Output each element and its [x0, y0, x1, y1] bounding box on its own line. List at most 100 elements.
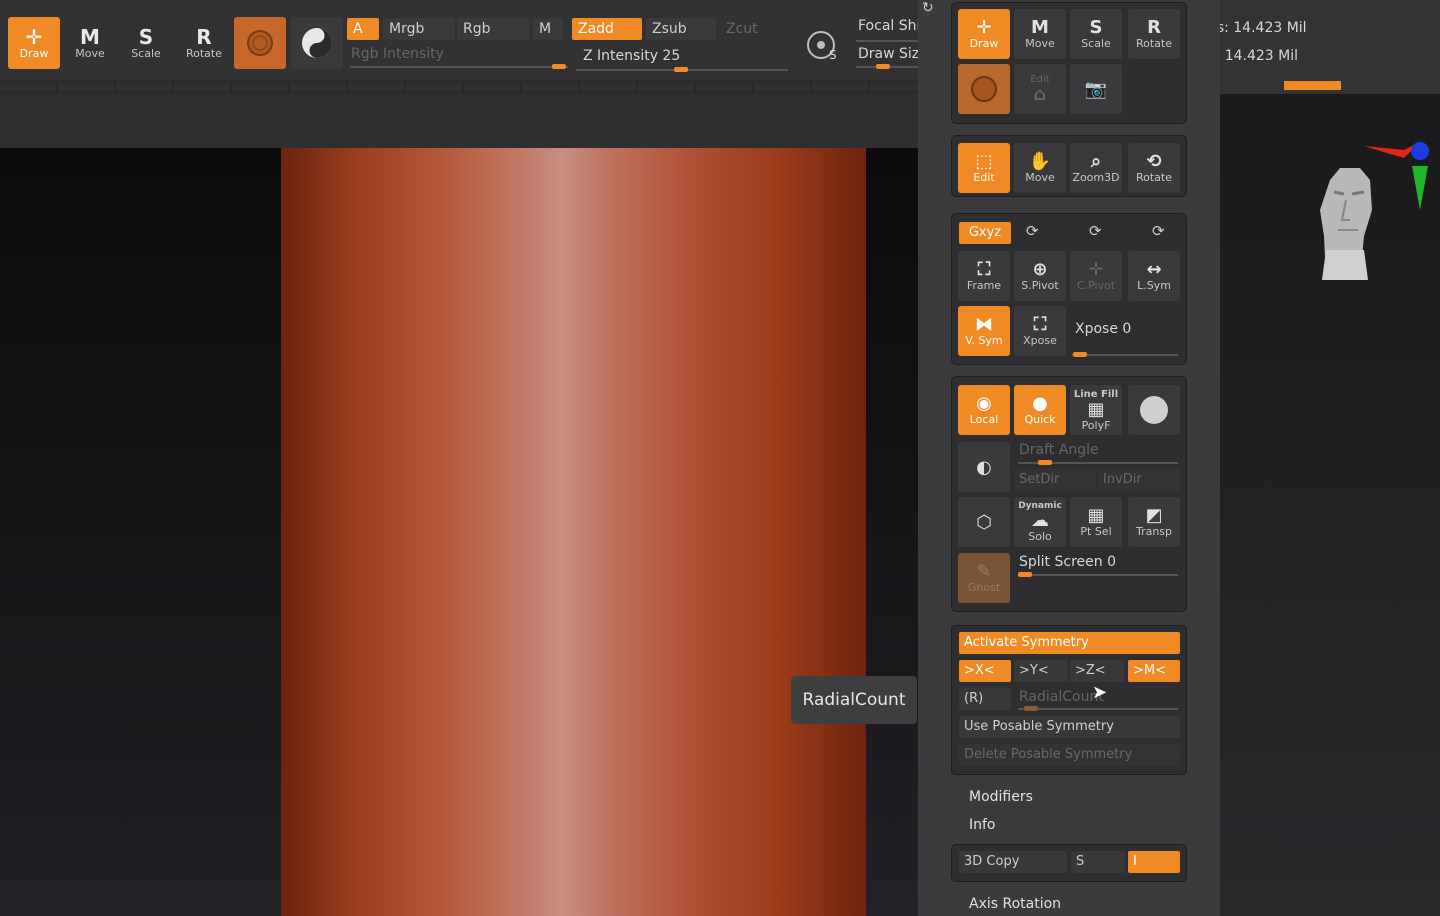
scale-button[interactable]: S Scale — [120, 17, 172, 69]
rotate-z-icon[interactable]: ⟳ — [1089, 222, 1102, 240]
zadd-toggle[interactable]: Zadd — [572, 18, 642, 40]
cube-icon: ⬡ — [976, 511, 992, 533]
solo-icon: ☁ — [1031, 510, 1049, 531]
progress-bar — [1284, 81, 1341, 90]
use-posable-symmetry-button[interactable]: Use Posable Symmetry — [959, 716, 1180, 738]
vsym-button[interactable]: ⧓ V. Sym — [958, 306, 1010, 356]
sym-y-button[interactable]: >Y< — [1014, 660, 1068, 682]
zsub-toggle[interactable]: Zsub — [646, 18, 716, 40]
bpr-button[interactable] — [1128, 385, 1180, 435]
tray-rotate-button[interactable]: R Rotate — [1128, 9, 1180, 59]
setdir-button[interactable]: SetDir — [1014, 469, 1096, 491]
local-symmetry-icon: ↔ — [1146, 259, 1162, 280]
material-sphere-icon — [247, 30, 273, 56]
pivot-icon: ⊕ — [1032, 259, 1048, 280]
rgb-intensity-label: Rgb Intensity — [351, 46, 444, 62]
spotlight-icon: S — [807, 31, 837, 62]
material-sphere-icon — [971, 76, 997, 102]
tray-scale-button[interactable]: S Scale — [1070, 9, 1122, 59]
draft-angle-knob[interactable] — [1038, 460, 1052, 465]
undo-icon[interactable]: ↻ — [922, 0, 940, 16]
polyf-button[interactable]: Line Fill ▦ PolyF — [1070, 385, 1122, 435]
view-move-button[interactable]: ✋ Move — [1014, 143, 1066, 193]
split-screen-knob[interactable] — [1018, 572, 1032, 577]
draw-icon: ✛ — [976, 17, 992, 38]
lightbox-button[interactable]: S — [803, 24, 843, 64]
z-intensity-knob[interactable] — [674, 67, 688, 72]
tray-move-button[interactable]: M Move — [1014, 9, 1066, 59]
local-button[interactable]: ◉ Local — [958, 385, 1010, 435]
split-screen-track[interactable] — [1018, 574, 1178, 576]
tray-material-button[interactable] — [958, 64, 1010, 114]
invdir-button[interactable]: InvDir — [1098, 469, 1180, 491]
status-area — [1188, 0, 1440, 94]
axis-rotation-section[interactable]: Axis Rotation — [969, 896, 1061, 912]
radial-count-knob[interactable] — [1024, 706, 1038, 711]
xpose-label: Xpose 0 — [1075, 321, 1132, 337]
delete-posable-symmetry-button[interactable]: Delete Posable Symmetry — [959, 744, 1180, 766]
move-icon: M — [1031, 17, 1049, 38]
move-icon: M — [80, 24, 100, 49]
quick-button[interactable]: ● Quick — [1014, 385, 1066, 435]
spivot-button[interactable]: ⊕ S.Pivot — [1014, 251, 1066, 301]
info-section[interactable]: Info — [969, 817, 996, 833]
snapshot-button[interactable]: 📷 — [1070, 64, 1122, 114]
solo-button[interactable]: Dynamic ☁ Solo — [1014, 497, 1066, 547]
radial-count-track[interactable] — [1018, 708, 1178, 710]
activate-symmetry-button[interactable]: Activate Symmetry — [959, 632, 1180, 654]
3d-copy-button[interactable]: 3D Copy — [959, 851, 1067, 873]
draft-toggle-button[interactable]: ◐ — [958, 442, 1010, 492]
copy-s-button[interactable]: S — [1071, 851, 1125, 873]
transp-button[interactable]: ◩ Transp — [1128, 497, 1180, 547]
tray-draw-button[interactable]: ✛ Draw — [958, 9, 1010, 59]
zcut-toggle[interactable]: Zcut — [720, 18, 790, 40]
mrgb-toggle[interactable]: Mrgb — [383, 18, 455, 40]
radial-r-button[interactable]: (R) — [959, 688, 1011, 710]
copy-i-button[interactable]: I — [1128, 851, 1180, 873]
rgb-intensity-track[interactable] — [350, 66, 568, 68]
cpivot-button[interactable]: ✛ C.Pivot — [1070, 251, 1122, 301]
rotate-icon: R — [1147, 17, 1161, 38]
xpose-knob[interactable] — [1073, 352, 1087, 357]
sym-z-button[interactable]: >Z< — [1070, 660, 1124, 682]
frame-button[interactable]: ⛶ Frame — [958, 251, 1010, 301]
transparency-toggle-button[interactable]: ⬡ — [958, 497, 1010, 547]
polygroup-icon: ▦ — [1087, 505, 1105, 526]
ghost-button[interactable]: ✎ Ghost — [958, 553, 1010, 603]
xpose-button[interactable]: ⛶ Xpose — [1014, 306, 1066, 356]
xpose-track[interactable] — [1072, 354, 1178, 356]
scale-icon: S — [1089, 17, 1103, 38]
navigation-gizmo[interactable] — [1312, 140, 1436, 290]
quick-icon: ● — [1032, 393, 1048, 414]
symmetry-icon: ⧓ — [975, 314, 993, 335]
ptsel-button[interactable]: ▦ Pt Sel — [1070, 497, 1122, 547]
draw-size-knob[interactable] — [876, 64, 890, 69]
sym-m-button[interactable]: >M< — [1128, 660, 1180, 682]
tray-edit-disabled-button[interactable]: Edit ⌂ — [1014, 64, 1066, 114]
center-pivot-icon: ✛ — [1088, 259, 1104, 280]
draft-angle-label: Draft Angle — [1019, 442, 1099, 458]
a-toggle[interactable]: A — [347, 18, 379, 40]
rotate-button[interactable]: R Rotate — [178, 17, 230, 69]
material-button[interactable] — [234, 17, 286, 69]
rotate-y-icon[interactable]: ⟳ — [1026, 222, 1039, 240]
modifiers-section[interactable]: Modifiers — [969, 789, 1033, 805]
zoom3d-button[interactable]: ⌕ Zoom3D — [1070, 143, 1122, 193]
m-toggle[interactable]: M — [533, 18, 563, 40]
yin-yang-icon — [302, 28, 332, 58]
view-rotate-button[interactable]: ⟲ Rotate — [1128, 143, 1180, 193]
split-screen-label: Split Screen 0 — [1019, 554, 1116, 570]
rotate-x-icon[interactable]: ⟳ — [1152, 222, 1165, 240]
edit-button[interactable]: ⬚ Edit — [958, 143, 1010, 193]
rgb-intensity-knob[interactable] — [552, 64, 566, 69]
lsym-button[interactable]: ↔ L.Sym — [1128, 251, 1180, 301]
xyz-button[interactable]: Gxyz — [959, 222, 1011, 244]
cylinder-mesh[interactable] — [281, 148, 866, 916]
draw-button[interactable]: ✛ Draw — [8, 17, 60, 69]
sym-x-button[interactable]: >X< — [959, 660, 1011, 682]
texture-button[interactable] — [291, 17, 343, 69]
rgb-toggle[interactable]: Rgb — [457, 18, 529, 40]
mouse-cursor-icon: ➤ — [1092, 682, 1108, 703]
move-button[interactable]: M Move — [64, 17, 116, 69]
rotate-view-icon: ⟲ — [1146, 151, 1162, 172]
